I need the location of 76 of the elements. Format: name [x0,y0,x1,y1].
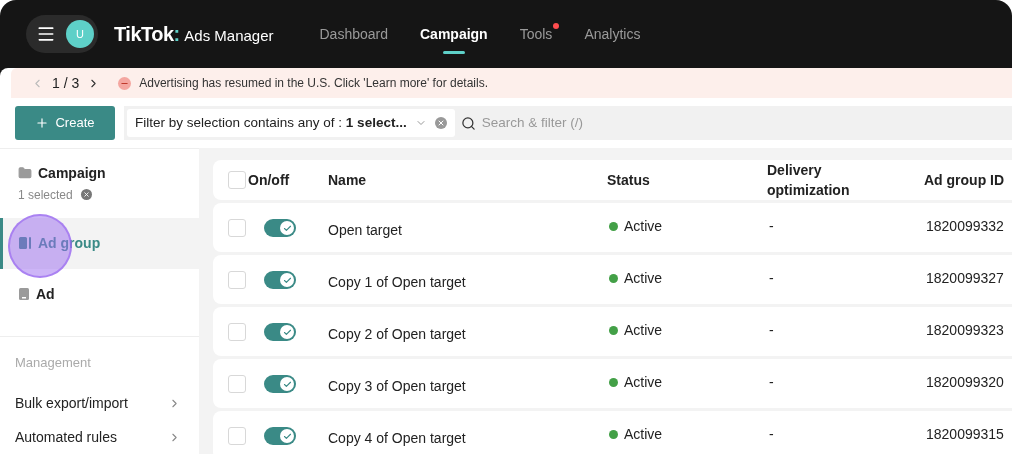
search-field[interactable]: Search & filter (/) [481,112,782,134]
clear-icon[interactable] [434,117,447,129]
checkbox[interactable] [228,271,246,289]
banner-message: Advertising has resumed in the U.S. Click 'Learn more' for details. [139,75,488,92]
id-cell-text: 1820099323 [926,321,1004,340]
checkbox[interactable] [228,427,246,445]
folder-icon [18,166,32,181]
logo: TikTok [114,22,174,47]
toggle-switch[interactable] [264,323,296,341]
column-header: Delivery optimization [767,161,851,200]
table-row[interactable]: Copy 3 of Open target Active - 1820099320 [213,359,1012,408]
id-cell-text: 1820099320 [926,373,1004,392]
status-cell-text: Active [624,373,663,392]
product-name: Ads Manager [184,26,274,46]
ad-group-icon [18,236,32,251]
checkbox[interactable] [228,219,246,237]
logo-separator: : [173,22,181,47]
delivery-cell-text: - [769,269,775,288]
ad-icon [18,287,30,302]
nav-tab[interactable]: Analytics [584,0,641,68]
name-cell-text: Open target [328,221,403,240]
delivery-cell-text: - [769,425,775,444]
table-row[interactable]: Copy 4 of Open target Active - 1820099315 [213,411,1012,454]
selection-note: 1 selected [18,187,73,204]
nav-tab[interactable]: Dashboard [319,0,388,68]
section-heading: Management [15,353,92,372]
checkbox[interactable] [228,171,246,189]
check-icon [282,223,292,233]
sidebar-item[interactable]: Campaign 1 selected [0,149,199,218]
column-header: Status [607,170,651,190]
delivery-cell-text: - [769,217,775,236]
table-row[interactable]: Open target Active - 1820099332 [213,203,1012,252]
id-cell-text: 1820099332 [926,217,1004,236]
sidebar-item[interactable]: Ad [0,268,199,320]
toggle-switch[interactable] [264,219,296,237]
id-cell-text: 1820099315 [926,425,1004,444]
column-header: On/off [247,170,291,190]
column-header: Name [328,170,368,190]
id-cell-text: 1820099327 [926,269,1004,288]
table-row[interactable]: Copy 2 of Open target Active - 1820099323 [213,307,1012,356]
filter-text: Filter by selection contains any of : 1 select... [135,113,407,132]
plus-icon [35,116,50,130]
name-cell-text: Copy 1 of Open target [328,273,467,292]
name-cell-text: Copy 2 of Open target [328,325,467,344]
status-cell-text: Active [624,425,663,444]
toggle-switch[interactable] [264,427,296,445]
pager-text: 1 / 3 [52,73,80,93]
name-cell-text: Copy 3 of Open target [328,377,467,396]
menu-link[interactable]: Automated rules [15,420,181,454]
checkbox[interactable] [228,323,246,341]
check-icon [282,379,292,389]
nav-tab[interactable]: Tools [519,0,553,68]
create-button[interactable]: Create [15,106,115,140]
toggle-switch[interactable] [264,271,296,289]
column-header: Ad group ID [924,170,1005,190]
avatar: U [66,20,94,48]
delivery-cell-text: - [769,373,775,392]
status-cell-text: Active [624,321,663,340]
toggle-switch[interactable] [264,375,296,393]
menu-icon [36,24,56,44]
status-cell-text: Active [624,269,663,288]
name-cell-text: Copy 4 of Open target [328,429,467,448]
table-row[interactable]: Copy 1 of Open target Active - 1820099327 [213,255,1012,304]
delivery-cell-text: - [769,321,775,340]
status-cell-text: Active [624,217,663,236]
checkbox[interactable] [228,375,246,393]
level-label: Campaign [38,164,106,183]
menu-link[interactable]: Bulk export/import [15,386,181,420]
filter-chip[interactable]: Filter by selection contains any of : 1 select... [127,109,455,137]
search-icon [460,115,476,131]
level-label: Ad [36,284,55,304]
check-icon [282,327,292,337]
clear-icon[interactable] [80,189,92,201]
nav-tab[interactable]: Campaign [420,0,488,68]
check-icon [282,275,292,285]
check-icon [282,431,292,441]
